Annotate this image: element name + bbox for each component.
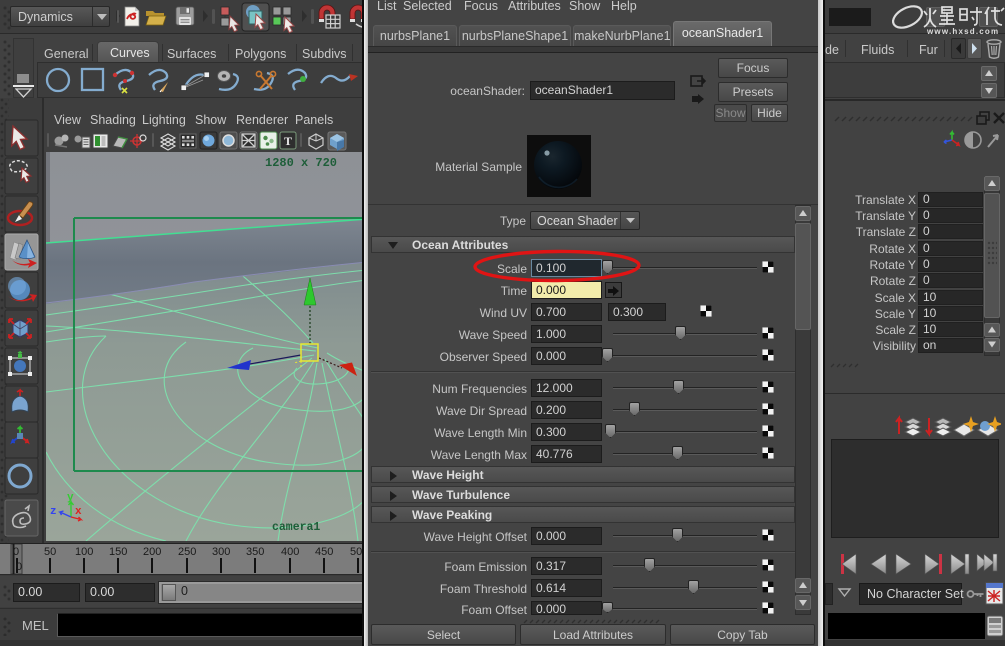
svg-text:300: 300	[212, 546, 230, 558]
svg-text:www.hxsd.com: www.hxsd.com	[926, 27, 999, 36]
svg-text:y: y	[67, 492, 74, 504]
svg-text:50: 50	[44, 546, 56, 558]
svg-text:250: 250	[178, 546, 196, 558]
svg-text:0: 0	[16, 561, 22, 573]
svg-text:350: 350	[246, 546, 264, 558]
svg-text:1280 x 720: 1280 x 720	[265, 156, 337, 170]
svg-text:T: T	[284, 134, 292, 148]
svg-text:150: 150	[109, 546, 127, 558]
svg-text:100: 100	[75, 546, 93, 558]
svg-text:camera1: camera1	[272, 521, 320, 534]
svg-text:x: x	[75, 506, 82, 518]
svg-text:450: 450	[315, 546, 333, 558]
svg-text:200: 200	[143, 546, 161, 558]
svg-text:z: z	[50, 506, 57, 518]
svg-text:400: 400	[281, 546, 299, 558]
